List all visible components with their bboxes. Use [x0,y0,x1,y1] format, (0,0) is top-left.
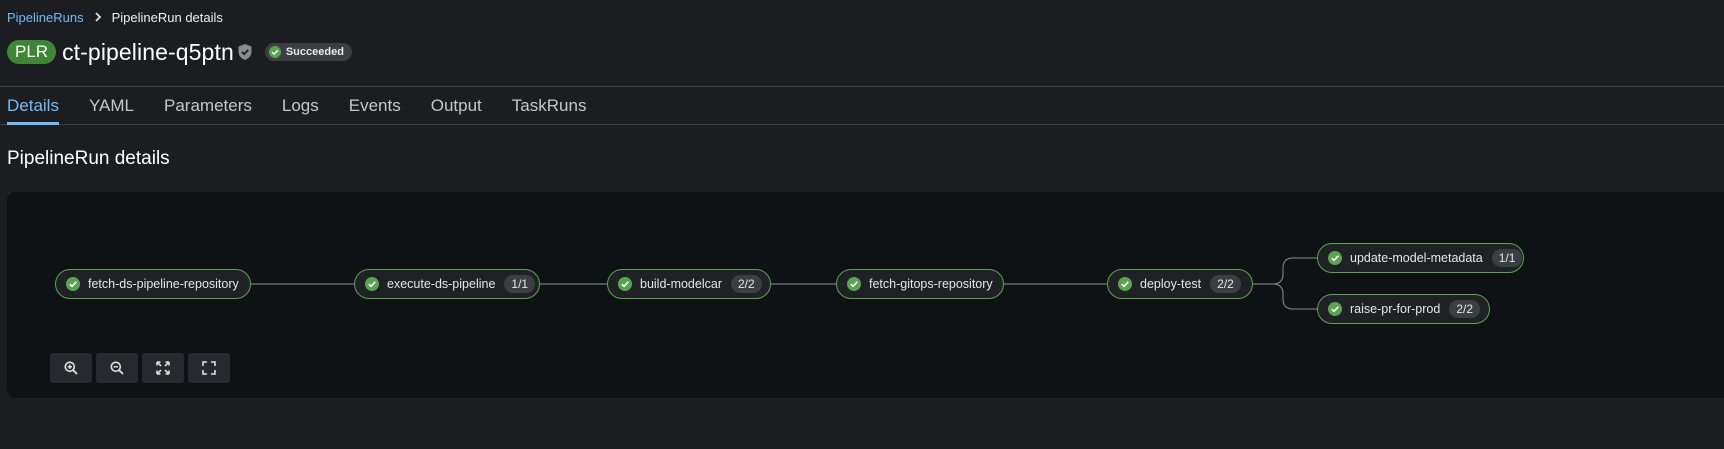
pipeline-node-update-model-metadata[interactable]: update-model-metadata 1/1 [1317,243,1524,273]
status-badge: Succeeded [264,43,352,61]
reset-view-button[interactable] [142,353,184,383]
breadcrumb: PipelineRuns PipelineRun details [7,8,223,26]
resource-type-badge: PLR [7,40,57,64]
fit-to-screen-button[interactable] [188,353,230,383]
task-count-badge: 1/1 [1491,249,1523,267]
check-circle-icon [847,277,861,291]
check-circle-icon [268,46,281,58]
pipeline-node-build-modelcar[interactable]: build-modelcar 2/2 [607,269,771,299]
edge [1253,257,1317,285]
edge [1253,283,1317,310]
graph-controls [50,353,230,383]
pipeline-graph[interactable]: fetch-ds-pipeline-repository execute-ds-… [7,192,1724,398]
pipeline-node-fetch-gitops-repository[interactable]: fetch-gitops-repository [836,269,1004,299]
tab-taskruns[interactable]: TaskRuns [497,87,602,124]
check-circle-icon [1118,277,1132,291]
task-count-badge: 2/2 [1449,300,1480,318]
pipeline-node-raise-pr-for-prod[interactable]: raise-pr-for-prod 2/2 [1317,294,1490,324]
check-circle-icon [66,277,80,291]
tab-parameters[interactable]: Parameters [149,87,267,124]
fit-to-screen-icon [202,361,216,375]
node-label: build-modelcar [640,277,722,291]
page-header: PLR ct-pipeline-q5ptn Succeeded [7,36,352,68]
node-label: execute-ds-pipeline [387,277,496,291]
node-label: deploy-test [1140,277,1202,291]
shield-icon [237,43,253,61]
pipeline-node-execute-ds-pipeline[interactable]: execute-ds-pipeline 1/1 [354,269,540,299]
task-count-badge: 2/2 [1210,275,1241,293]
check-circle-icon [1328,302,1342,316]
node-label: fetch-gitops-repository [869,277,993,291]
task-count-badge: 2/2 [730,275,762,293]
node-label: update-model-metadata [1350,251,1483,265]
node-label: raise-pr-for-prod [1350,302,1441,316]
reset-view-icon [156,361,170,375]
section-title: PipelineRun details [7,148,170,169]
breadcrumb-link-pipelineruns[interactable]: PipelineRuns [7,10,84,25]
check-circle-icon [365,277,379,291]
pipeline-node-deploy-test[interactable]: deploy-test 2/2 [1107,269,1253,299]
tab-yaml[interactable]: YAML [74,87,149,124]
status-label: Succeeded [285,46,344,58]
tab-details[interactable]: Details [0,87,74,125]
tab-logs[interactable]: Logs [267,87,334,124]
page-title: ct-pipeline-q5ptn [62,38,234,65]
tab-events[interactable]: Events [334,87,416,124]
zoom-in-icon [64,361,78,375]
pipeline-node-fetch-ds-pipeline-repository[interactable]: fetch-ds-pipeline-repository [55,269,251,299]
breadcrumb-current: PipelineRun details [111,9,223,25]
tab-bar: Details YAML Parameters Logs Events Outp… [0,86,1724,125]
chevron-right-icon [94,12,102,22]
check-circle-icon [1328,251,1342,265]
zoom-out-button[interactable] [96,353,138,383]
task-count-badge: 1/1 [504,275,536,293]
check-circle-icon [618,277,632,291]
node-label: fetch-ds-pipeline-repository [88,277,239,291]
zoom-out-icon [110,361,124,375]
zoom-in-button[interactable] [50,353,92,383]
tab-output[interactable]: Output [416,87,497,124]
